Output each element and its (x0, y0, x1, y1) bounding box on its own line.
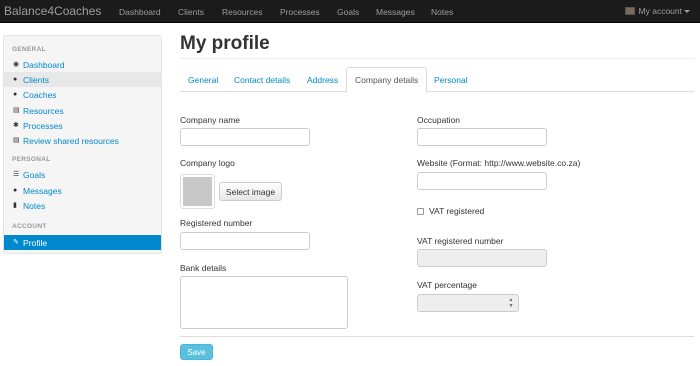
sidebar-item-resources[interactable]: ▤ Resources (4, 103, 161, 118)
nav-processes[interactable]: Processes (280, 7, 320, 17)
vat-percentage-field (417, 294, 519, 312)
vat-number-label: VAT registered number (417, 236, 504, 246)
number-stepper[interactable]: ▲ ▼ (505, 295, 517, 311)
user-icon: ● (13, 91, 18, 98)
edit-icon: ✎ (13, 239, 19, 246)
page-title: My profile (180, 33, 270, 54)
registered-number-label: Registered number (180, 218, 253, 228)
vat-number-field (417, 249, 547, 267)
vat-registered-label: VAT registered (429, 206, 485, 216)
save-button[interactable]: Save (180, 344, 213, 360)
account-menu[interactable]: My account (624, 6, 690, 16)
occupation-field[interactable] (417, 128, 547, 146)
sidebar-header-account: ACCOUNT (12, 223, 47, 230)
sidebar-item-profile[interactable]: ✎ Profile (4, 235, 161, 250)
bank-details-label: Bank details (180, 263, 227, 273)
website-field[interactable] (417, 172, 547, 190)
top-navbar: Balance4Coaches Dashboard Clients Resour… (0, 0, 700, 23)
bank-details-textarea[interactable] (180, 276, 348, 329)
comment-icon: ● (13, 187, 18, 194)
company-name-label: Company name (180, 115, 241, 125)
nav-goals[interactable]: Goals (337, 7, 359, 17)
nav-messages[interactable]: Messages (376, 7, 415, 17)
tab-address[interactable]: Address (299, 67, 346, 92)
select-image-button[interactable]: Select image (219, 182, 282, 201)
list-icon: ☰ (13, 171, 20, 178)
sidebar-header-general: GENERAL (12, 46, 46, 53)
sidebar-item-coaches[interactable]: ● Coaches (4, 87, 161, 102)
nav-clients[interactable]: Clients (178, 7, 204, 17)
registered-number-field[interactable] (180, 232, 310, 250)
users-icon: ● (13, 76, 18, 83)
company-logo-preview (180, 174, 215, 209)
sidebar-item-messages[interactable]: ● Messages (4, 183, 161, 198)
occupation-label: Occupation (417, 115, 460, 125)
avatar (624, 7, 635, 15)
tab-general[interactable]: General (180, 67, 226, 92)
account-menu-label: My account (638, 6, 682, 16)
caret-down-icon (684, 9, 690, 13)
company-name-field[interactable] (180, 128, 310, 146)
sidebar-item-goals[interactable]: ☰ Goals (4, 167, 161, 182)
title-divider (180, 58, 694, 59)
vat-percentage-label: VAT percentage (417, 280, 478, 290)
database-icon: ▤ (13, 107, 20, 114)
company-logo-label: Company logo (180, 158, 235, 168)
brand-logo[interactable]: Balance4Coaches (4, 4, 101, 18)
sidebar-item-notes[interactable]: ▮ Notes (4, 198, 161, 213)
dashboard-icon: ◉ (13, 61, 20, 68)
nav-resources[interactable]: Resources (222, 7, 263, 17)
website-label: Website (Format: http://www.website.co.z… (417, 158, 581, 168)
cogs-icon: ✱ (13, 122, 19, 129)
tab-contact-details[interactable]: Contact details (226, 67, 298, 92)
tab-personal[interactable]: Personal (426, 67, 476, 92)
nav-notes[interactable]: Notes (431, 7, 453, 17)
nav-dashboard[interactable]: Dashboard (119, 7, 161, 17)
sidebar: GENERAL ◉ Dashboard ● Clients ● Coaches ▤ Re… (3, 35, 162, 254)
sidebar-item-dashboard[interactable]: ◉ Dashboard (4, 57, 161, 72)
sidebar-item-review-shared-resources[interactable]: ▤ Review shared resources (4, 133, 161, 148)
vat-registered-checkbox[interactable] (417, 208, 424, 215)
form-divider (180, 336, 694, 337)
sidebar-item-processes[interactable]: ✱ Processes (4, 118, 161, 133)
tab-company-details[interactable]: Company details (346, 67, 428, 93)
database-icon: ▤ (13, 137, 20, 144)
profile-tabs: General Contact details Address Company … (180, 67, 694, 93)
chevron-down-icon[interactable]: ▼ (509, 303, 514, 309)
sidebar-item-clients[interactable]: ● Clients (4, 72, 161, 87)
image-placeholder (183, 177, 212, 206)
sidebar-header-personal: PERSONAL (12, 156, 51, 163)
file-icon: ▮ (13, 202, 17, 209)
